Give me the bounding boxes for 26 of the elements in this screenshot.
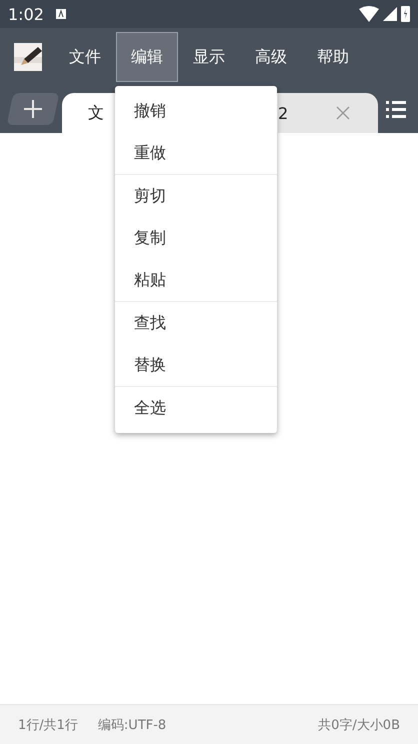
notification-icon xyxy=(56,9,66,19)
menu-item[interactable]: 粘贴 xyxy=(115,259,277,301)
menu-item[interactable]: 剪切 xyxy=(115,175,277,217)
menu-item[interactable]: 撤销 xyxy=(115,90,277,132)
size-label: 共0字/大小0B xyxy=(318,716,400,734)
signal-icon xyxy=(383,7,397,21)
new-tab-button[interactable] xyxy=(6,93,60,125)
menu-item[interactable]: 全选 xyxy=(115,387,277,429)
menu-bar-item[interactable]: 文件 xyxy=(54,32,116,82)
menu-item[interactable]: 重做 xyxy=(115,132,277,174)
wifi-icon xyxy=(359,6,379,22)
line-count: 1行/共1行 xyxy=(18,716,78,734)
plus-icon xyxy=(23,99,43,119)
menu-bar-item[interactable]: 帮助 xyxy=(302,32,364,82)
menu-bar-item[interactable]: 显示 xyxy=(178,32,240,82)
menu-bar-item[interactable]: 编辑 xyxy=(116,32,178,82)
menu-item[interactable]: 复制 xyxy=(115,217,277,259)
battery-icon xyxy=(401,6,410,22)
list-icon[interactable] xyxy=(386,100,406,118)
menu-item[interactable]: 替换 xyxy=(115,344,277,386)
menu-item[interactable]: 查找 xyxy=(115,302,277,344)
app-logo-icon xyxy=(14,43,42,71)
menu-bar-item[interactable]: 高级 xyxy=(240,32,302,82)
status-time: 1:02 xyxy=(8,4,44,24)
editor-tab[interactable]: 2 xyxy=(278,93,378,133)
encoding-label: 编码:UTF-8 xyxy=(98,716,166,734)
